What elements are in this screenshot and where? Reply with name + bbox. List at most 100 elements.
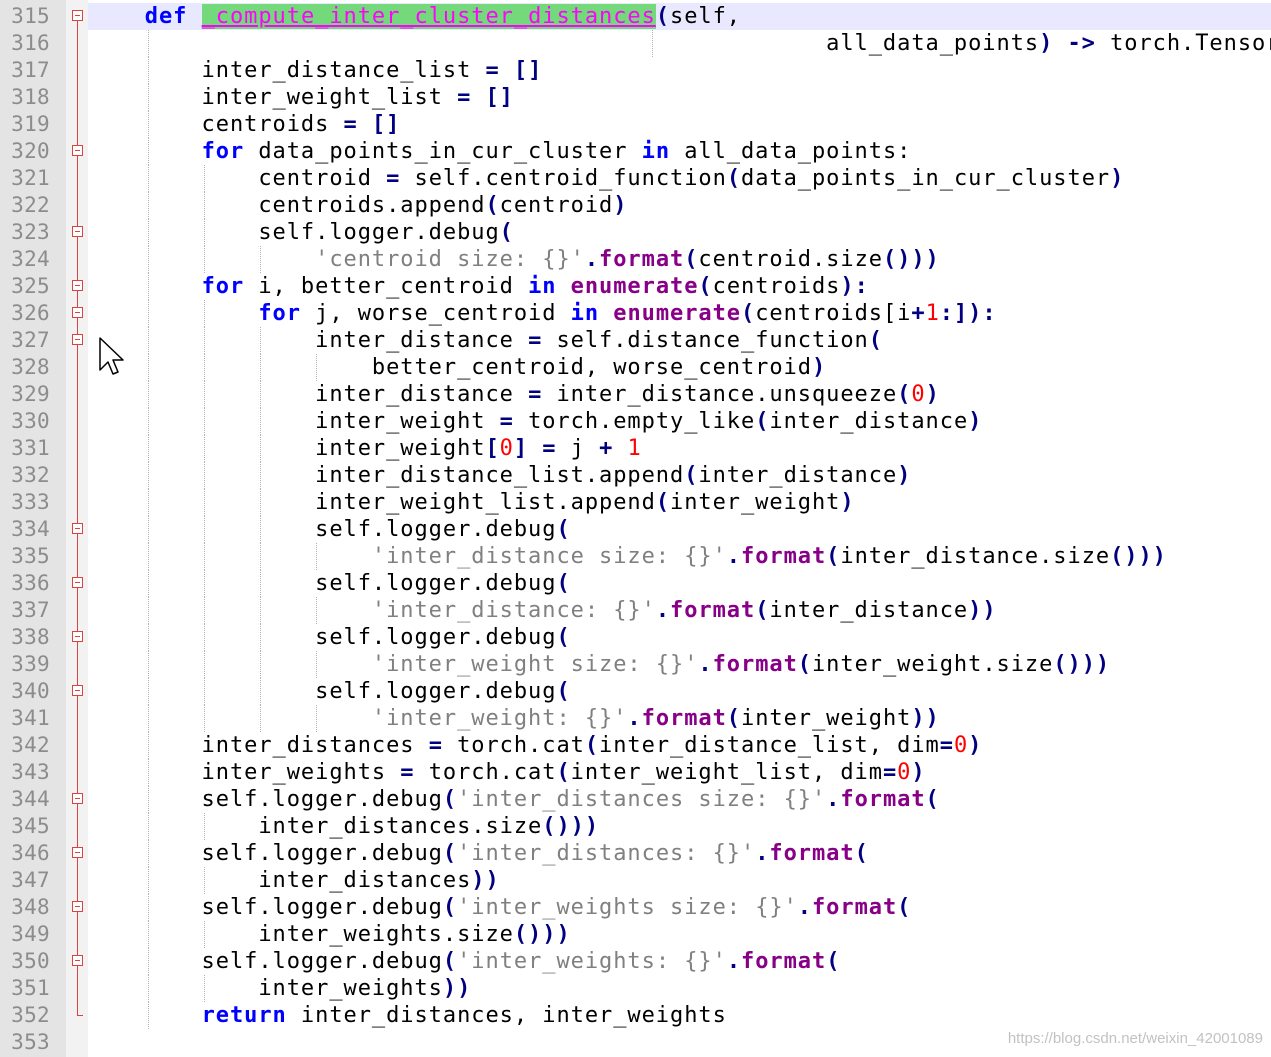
- code-line[interactable]: 349 inter_weights.size())): [11, 921, 1271, 948]
- code-text[interactable]: inter_distances.size())): [88, 813, 599, 840]
- code-text[interactable]: for i, better_centroid in enumerate(cent…: [88, 273, 869, 300]
- fold-line: [72, 543, 84, 570]
- code-line[interactable]: 332 inter_distance_list.append(inter_dis…: [11, 462, 1271, 489]
- code-area[interactable]: 315 def _compute_inter_cluster_distances…: [11, 3, 1271, 1056]
- fold-toggle-icon[interactable]: [72, 948, 84, 975]
- code-text[interactable]: inter_weights)): [88, 975, 471, 1002]
- code-text[interactable]: 'inter_distance: {}'.format(inter_distan…: [88, 597, 997, 624]
- code-line[interactable]: 335 'inter_distance size: {}'.format(int…: [11, 543, 1271, 570]
- code-text[interactable]: 'inter_distance size: {}'.format(inter_d…: [88, 543, 1167, 570]
- code-text[interactable]: for data_points_in_cur_cluster in all_da…: [88, 138, 911, 165]
- code-line[interactable]: 330 inter_weight = torch.empty_like(inte…: [11, 408, 1271, 435]
- fold-toggle-icon[interactable]: [72, 219, 84, 246]
- code-text[interactable]: inter_distances)): [88, 867, 500, 894]
- code-line[interactable]: 344 self.logger.debug('inter_distances s…: [11, 786, 1271, 813]
- code-line[interactable]: 326 for j, worse_centroid in enumerate(c…: [11, 300, 1271, 327]
- fold-toggle-icon[interactable]: [72, 300, 84, 327]
- code-text[interactable]: inter_distance_list = []: [88, 57, 542, 84]
- code-text[interactable]: self.logger.debug(: [88, 570, 571, 597]
- code-text[interactable]: self.logger.debug('inter_weights: {}'.fo…: [88, 948, 840, 975]
- code-text[interactable]: self.logger.debug('inter_weights size: {…: [88, 894, 911, 921]
- code-text[interactable]: inter_weight_list = []: [88, 84, 514, 111]
- code-line[interactable]: 329 inter_distance = inter_distance.unsq…: [11, 381, 1271, 408]
- code-text[interactable]: self.logger.debug(: [88, 624, 571, 651]
- code-text[interactable]: inter_distance_list.append(inter_distanc…: [88, 462, 911, 489]
- code-text[interactable]: inter_weight[0] = j + 1: [88, 435, 642, 462]
- code-text[interactable]: inter_weights.size())): [88, 921, 571, 948]
- code-line[interactable]: 351 inter_weights)): [11, 975, 1271, 1002]
- code-text[interactable]: self.logger.debug(: [88, 219, 514, 246]
- line-number: 346: [11, 841, 50, 865]
- fold-toggle-icon[interactable]: [72, 138, 84, 165]
- code-text[interactable]: centroids.append(centroid): [88, 192, 627, 219]
- fold-toggle-icon[interactable]: [72, 786, 84, 813]
- code-text[interactable]: 'inter_weight size: {}'.format(inter_wei…: [88, 651, 1110, 678]
- string-token: 'inter_distance size: {}': [371, 544, 727, 569]
- fold-toggle-icon[interactable]: [72, 516, 84, 543]
- code-line[interactable]: 334 self.logger.debug(: [11, 516, 1271, 543]
- code-line[interactable]: 352 return inter_distances, inter_weight…: [11, 1002, 1271, 1029]
- code-text[interactable]: self.logger.debug(: [88, 678, 571, 705]
- code-text[interactable]: inter_weights = torch.cat(inter_weight_l…: [88, 759, 926, 786]
- code-text[interactable]: for j, worse_centroid in enumerate(centr…: [88, 300, 997, 327]
- code-text[interactable]: better_centroid, worse_centroid): [88, 354, 826, 381]
- code-text[interactable]: centroid = self.centroid_function(data_p…: [88, 165, 1124, 192]
- fold-toggle-icon[interactable]: [72, 570, 84, 597]
- code-line[interactable]: 327 inter_distance = self.distance_funct…: [11, 327, 1271, 354]
- code-line[interactable]: 333 inter_weight_list.append(inter_weigh…: [11, 489, 1271, 516]
- code-line[interactable]: 316 all_data_points) -> torch.Tensor:: [11, 30, 1271, 57]
- code-text[interactable]: self.logger.debug(: [88, 516, 571, 543]
- fold-toggle-icon[interactable]: [72, 678, 84, 705]
- code-text[interactable]: inter_distances = torch.cat(inter_distan…: [88, 732, 982, 759]
- code-line[interactable]: 319 centroids = []: [11, 111, 1271, 138]
- fold-toggle-icon[interactable]: [72, 327, 84, 354]
- code-line[interactable]: 337 'inter_distance: {}'.format(inter_di…: [11, 597, 1271, 624]
- code-line[interactable]: 336 self.logger.debug(: [11, 570, 1271, 597]
- code-line[interactable]: 350 self.logger.debug('inter_weights: {}…: [11, 948, 1271, 975]
- code-line[interactable]: 315 def _compute_inter_cluster_distances…: [11, 3, 1271, 30]
- code-text[interactable]: inter_distance = inter_distance.unsqueez…: [88, 381, 940, 408]
- code-line[interactable]: 323 self.logger.debug(: [11, 219, 1271, 246]
- operator-token: (: [556, 571, 571, 596]
- code-line[interactable]: 338 self.logger.debug(: [11, 624, 1271, 651]
- fold-toggle-icon[interactable]: [72, 624, 84, 651]
- code-text[interactable]: inter_weight_list.append(inter_weight): [88, 489, 855, 516]
- fold-toggle-icon[interactable]: [72, 894, 84, 921]
- code-line[interactable]: 321 centroid = self.centroid_function(da…: [11, 165, 1271, 192]
- code-line[interactable]: 339 'inter_weight size: {}'.format(inter…: [11, 651, 1271, 678]
- fold-toggle-icon[interactable]: [72, 840, 84, 867]
- code-line[interactable]: 317 inter_distance_list = []: [11, 57, 1271, 84]
- code-line[interactable]: 322 centroids.append(centroid): [11, 192, 1271, 219]
- code-text[interactable]: centroids = []: [88, 111, 400, 138]
- code-line[interactable]: 325 for i, better_centroid in enumerate(…: [11, 273, 1271, 300]
- code-text[interactable]: def _compute_inter_cluster_distances(sel…: [88, 3, 741, 30]
- code-line[interactable]: 318 inter_weight_list = []: [11, 84, 1271, 111]
- code-line[interactable]: 331 inter_weight[0] = j + 1: [11, 435, 1271, 462]
- code-line[interactable]: 324 'centroid size: {}'.format(centroid.…: [11, 246, 1271, 273]
- operator-token: (: [868, 328, 883, 353]
- line-number: 329: [11, 382, 50, 406]
- line-number: 347: [11, 868, 50, 892]
- code-line[interactable]: 341 'inter_weight: {}'.format(inter_weig…: [11, 705, 1271, 732]
- code-text[interactable]: self.logger.debug('inter_distances size:…: [88, 786, 940, 813]
- code-line[interactable]: 347 inter_distances)): [11, 867, 1271, 894]
- code-text[interactable]: 'inter_weight: {}'.format(inter_weight)): [88, 705, 940, 732]
- fold-toggle-icon[interactable]: [72, 3, 84, 30]
- operator-token: (: [726, 706, 741, 731]
- code-text[interactable]: inter_weight = torch.empty_like(inter_di…: [88, 408, 982, 435]
- code-line[interactable]: 343 inter_weights = torch.cat(inter_weig…: [11, 759, 1271, 786]
- code-text[interactable]: self.logger.debug('inter_distances: {}'.…: [88, 840, 869, 867]
- code-text[interactable]: all_data_points) -> torch.Tensor:: [88, 30, 1271, 57]
- code-line[interactable]: 342 inter_distances = torch.cat(inter_di…: [11, 732, 1271, 759]
- code-text[interactable]: 'centroid size: {}'.format(centroid.size…: [88, 246, 940, 273]
- code-line[interactable]: 345 inter_distances.size())): [11, 813, 1271, 840]
- code-line[interactable]: 320 for data_points_in_cur_cluster in al…: [11, 138, 1271, 165]
- fold-toggle-icon[interactable]: [72, 273, 84, 300]
- code-text[interactable]: return inter_distances, inter_weights: [88, 1002, 727, 1029]
- code-line[interactable]: 340 self.logger.debug(: [11, 678, 1271, 705]
- code-line[interactable]: 346 self.logger.debug('inter_distances: …: [11, 840, 1271, 867]
- code-editor[interactable]: 315 def _compute_inter_cluster_distances…: [0, 0, 1271, 1057]
- code-line[interactable]: 348 self.logger.debug('inter_weights siz…: [11, 894, 1271, 921]
- code-line[interactable]: 328 better_centroid, worse_centroid): [11, 354, 1271, 381]
- code-text[interactable]: inter_distance = self.distance_function(: [88, 327, 883, 354]
